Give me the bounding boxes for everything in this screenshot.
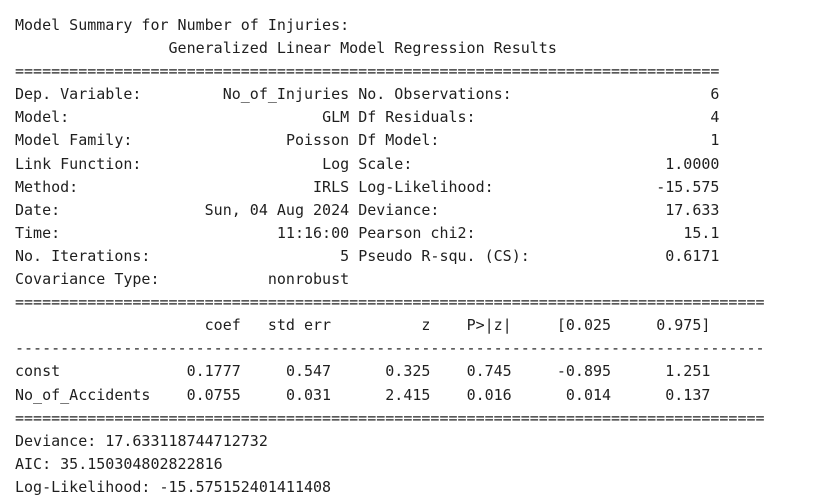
info-label: Method: xyxy=(15,177,79,196)
coef-row: const 0.1777 0.547 0.325 0.745 -0.895 1.… xyxy=(15,360,765,383)
summary-title-text: Generalized Linear Model Regression Resu… xyxy=(168,39,557,58)
info-row: Date: Sun, 04 Aug 2024 Deviance: 17.633 xyxy=(15,199,765,222)
info-value: 5 xyxy=(340,246,350,265)
info-label: Date: xyxy=(15,200,61,219)
info-row: Dep. Variable: No_of_Injuries No. Observ… xyxy=(15,83,765,106)
info-label: Model: xyxy=(15,108,70,127)
coef-value: 0.547 xyxy=(285,362,332,381)
coef-column-header: 0.975] xyxy=(656,316,711,335)
info-row: Model Family: Poisson Df Model: 1 xyxy=(15,129,765,152)
info-value: 1 xyxy=(710,131,720,150)
info-label: Log-Likelihood: xyxy=(358,177,494,196)
info-label: Dep. Variable: xyxy=(15,85,142,104)
info-value: Sun, 04 Aug 2024 xyxy=(204,200,350,219)
info-label: No. Iterations: xyxy=(15,246,151,265)
coef-row-name: No_of_Accidents xyxy=(15,385,151,404)
stat-line: AIC: 35.150304802822816 xyxy=(15,453,765,476)
info-value: Log xyxy=(322,154,350,173)
stat-text: AIC: 35.150304802822816 xyxy=(15,454,223,473)
coef-column-header: coef xyxy=(204,316,241,335)
info-label: Link Function: xyxy=(15,154,142,173)
stat-text: Deviance: 17.633118744712732 xyxy=(15,431,268,450)
stat-line: Log-Likelihood: -15.575152401411408 xyxy=(15,476,765,499)
coef-column-header: std err xyxy=(267,316,332,335)
coef-value: 0.325 xyxy=(385,362,431,381)
coef-row: No_of_Accidents 0.0755 0.031 2.415 0.016… xyxy=(15,384,765,407)
dash-separator: ----------------------------------------… xyxy=(15,337,765,360)
info-value: No_of_Injuries xyxy=(222,85,350,104)
info-row: Link Function: Log Scale: 1.0000 xyxy=(15,153,765,176)
coef-value: -0.895 xyxy=(556,362,612,381)
info-label: Deviance: xyxy=(358,200,440,219)
summary-header-text: Model Summary for Number of Injuries: xyxy=(15,16,350,34)
info-value: 11:16:00 xyxy=(276,223,350,242)
info-label: Model Family: xyxy=(15,131,133,150)
coef-column-header: [0.025 xyxy=(556,316,612,335)
info-value: 15.1 xyxy=(683,223,720,242)
stat-line: Deviance: 17.633118744712732 xyxy=(15,430,765,453)
output-console: Model Summary for Number of Injuries: Ge… xyxy=(15,14,765,499)
info-label: Scale: xyxy=(358,154,413,173)
info-label: No. Observations: xyxy=(358,85,512,104)
info-value: 4 xyxy=(710,108,720,127)
coef-value: 0.137 xyxy=(665,385,711,404)
summary-header: Model Summary for Number of Injuries: xyxy=(15,14,765,37)
info-value: 0.6171 xyxy=(665,246,720,265)
separator: ========================================… xyxy=(15,60,765,83)
info-value: 6 xyxy=(710,85,720,104)
coef-value: 0.745 xyxy=(466,362,512,381)
coef-value: 1.251 xyxy=(665,362,711,381)
coef-column-header: P>|z| xyxy=(466,316,512,335)
info-label: Pseudo R-squ. (CS): xyxy=(358,246,530,265)
info-value: IRLS xyxy=(313,177,350,196)
info-row: Method: IRLS Log-Likelihood: -15.575 xyxy=(15,176,765,199)
info-label: Pearson chi2: xyxy=(358,223,476,242)
summary-title: Generalized Linear Model Regression Resu… xyxy=(15,37,765,60)
info-value: 17.633 xyxy=(665,200,720,219)
separator: ========================================… xyxy=(15,291,765,314)
separator-text: ========================================… xyxy=(15,62,720,81)
info-label: Df Residuals: xyxy=(358,108,476,127)
coef-value: 0.031 xyxy=(285,385,332,404)
info-value: nonrobust xyxy=(267,270,350,289)
coef-value: 0.1777 xyxy=(186,362,241,381)
info-row: Covariance Type: nonrobust xyxy=(15,268,765,291)
info-row: No. Iterations: 5 Pseudo R-squ. (CS): 0.… xyxy=(15,245,765,268)
info-label: Time: xyxy=(15,223,61,242)
coef-column-header: z xyxy=(421,316,431,335)
info-value: -15.575 xyxy=(656,177,720,196)
dash-separator-text: ----------------------------------------… xyxy=(15,339,765,358)
coef-row-name: const xyxy=(15,362,61,381)
info-label: Covariance Type: xyxy=(15,270,160,289)
info-row: Model: GLM Df Residuals: 4 xyxy=(15,106,765,129)
separator: ========================================… xyxy=(15,407,765,430)
info-value: Poisson xyxy=(285,131,350,150)
coef-value: 2.415 xyxy=(385,385,431,404)
info-label: Df Model: xyxy=(358,131,440,150)
coef-value: 0.016 xyxy=(466,385,512,404)
separator-text: ========================================… xyxy=(15,293,765,312)
info-value: GLM xyxy=(322,108,350,127)
separator-text: ========================================… xyxy=(15,408,765,427)
coef-value: 0.0755 xyxy=(186,385,241,404)
info-row: Time: 11:16:00 Pearson chi2: 15.1 xyxy=(15,222,765,245)
info-value: 1.0000 xyxy=(665,154,720,173)
coef-value: 0.014 xyxy=(565,385,612,404)
stat-text: Log-Likelihood: -15.575152401411408 xyxy=(15,477,332,496)
coef-header-row: coef std err z P>|z| [0.025 0.975] xyxy=(15,314,765,337)
